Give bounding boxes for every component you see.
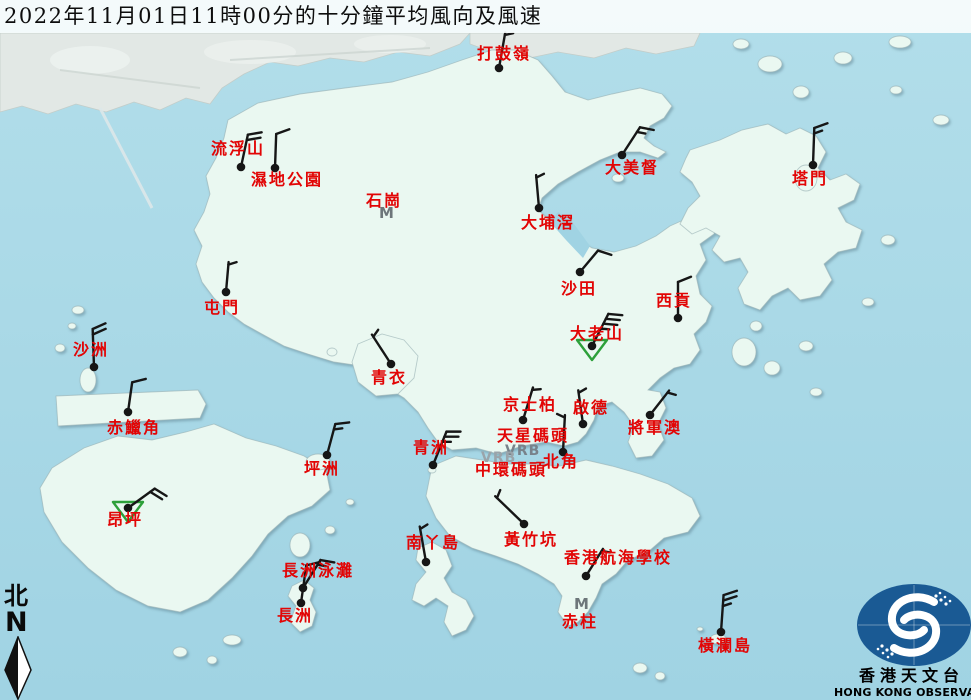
hko-logo-icon <box>828 580 971 666</box>
station-dot-tai-po-kau <box>535 204 544 213</box>
station-dot-sha-chau <box>90 363 99 372</box>
station-dot-wetland-park <box>271 164 280 173</box>
station-dot-ta-kwu-ling <box>495 64 504 73</box>
station-dot-sha-tin <box>576 268 585 277</box>
hko-wind-map-screenshot: 打鼓嶺流浮山濕地公園石崗M大美督塔門大埔滘沙田西貢大老山屯門沙洲赤鱲角青衣京士柏… <box>0 0 971 700</box>
compass-north-letter: N <box>5 609 28 636</box>
wind-barb-lamma-island <box>420 525 428 562</box>
wind-barb-kai-tak <box>578 389 586 424</box>
hko-name-chinese: 香港天文台 <box>859 668 964 684</box>
north-compass: 北 N <box>2 584 38 700</box>
wind-barb-waglan-island <box>721 591 737 632</box>
station-dot-waglan-island <box>717 628 726 637</box>
hko-logo: 香港天文台 HONG KONG OBSERVATORY <box>828 580 971 700</box>
station-dot-kings-park <box>519 416 528 425</box>
station-dot-lau-fau-shan <box>237 163 246 172</box>
wind-barb-north-point <box>557 414 565 452</box>
wind-barb-sha-chau <box>93 323 106 367</box>
wind-barb-green-island <box>433 432 460 465</box>
wind-barb-tai-po-kau <box>536 174 544 208</box>
north-arrow-icon <box>2 636 34 700</box>
wind-barb-tap-mun <box>813 123 827 165</box>
station-dot-tseung-kwan-o <box>646 411 655 420</box>
station-dot-tsing-yi <box>387 360 396 369</box>
wind-barb-tseung-kwan-o <box>650 391 676 415</box>
station-dot-ngong-ping <box>124 504 133 513</box>
station-dot-peng-chau <box>323 451 332 460</box>
wind-barb-cheung-chau <box>301 562 320 603</box>
station-dot-tai-mei-tuk <box>618 151 627 160</box>
station-dot-chek-lap-kok <box>124 408 133 417</box>
wind-barb-lau-fau-shan <box>241 132 262 167</box>
wind-barb-tuen-mun <box>226 262 237 292</box>
wind-barb-kings-park <box>523 387 541 420</box>
station-dot-cheung-chau <box>297 599 306 608</box>
stations-overlay <box>0 0 971 700</box>
wind-barb-sai-kung <box>678 277 691 318</box>
title-bar: 2022年11月01日11時00分的十分鐘平均風向及風速 <box>0 0 971 33</box>
station-dot-tap-mun <box>809 161 818 170</box>
station-dot-sai-kung <box>674 314 683 323</box>
wind-barb-wetland-park <box>275 129 289 168</box>
wind-barb-wong-chuk-hang <box>495 490 524 524</box>
wind-barb-peng-chau <box>327 422 349 455</box>
hko-name-english: HONG KONG OBSERVATORY <box>834 687 971 698</box>
wind-barb-tsing-yi <box>372 330 391 364</box>
wind-barb-ta-kwu-ling <box>499 33 513 68</box>
compass-north-hanzi: 北 <box>4 584 28 608</box>
station-dot-lamma-island <box>422 558 431 567</box>
station-dot-hk-sea-school <box>582 572 591 581</box>
station-dot-tuen-mun <box>222 288 231 297</box>
station-dot-wong-chuk-hang <box>520 520 529 529</box>
wind-barb-ngong-ping <box>128 489 167 508</box>
wind-barb-sha-tin <box>580 251 611 272</box>
map-title: 2022年11月01日11時00分的十分鐘平均風向及風速 <box>4 4 542 29</box>
wind-barb-tai-mei-tuk <box>622 127 654 155</box>
station-dot-kai-tak <box>579 420 588 429</box>
wind-barb-chek-lap-kok <box>128 379 146 412</box>
wind-barb-hk-sea-school <box>586 549 610 576</box>
station-dot-tates-cairn <box>588 342 597 351</box>
station-dot-north-point <box>559 448 568 457</box>
station-dot-green-island <box>429 461 438 470</box>
